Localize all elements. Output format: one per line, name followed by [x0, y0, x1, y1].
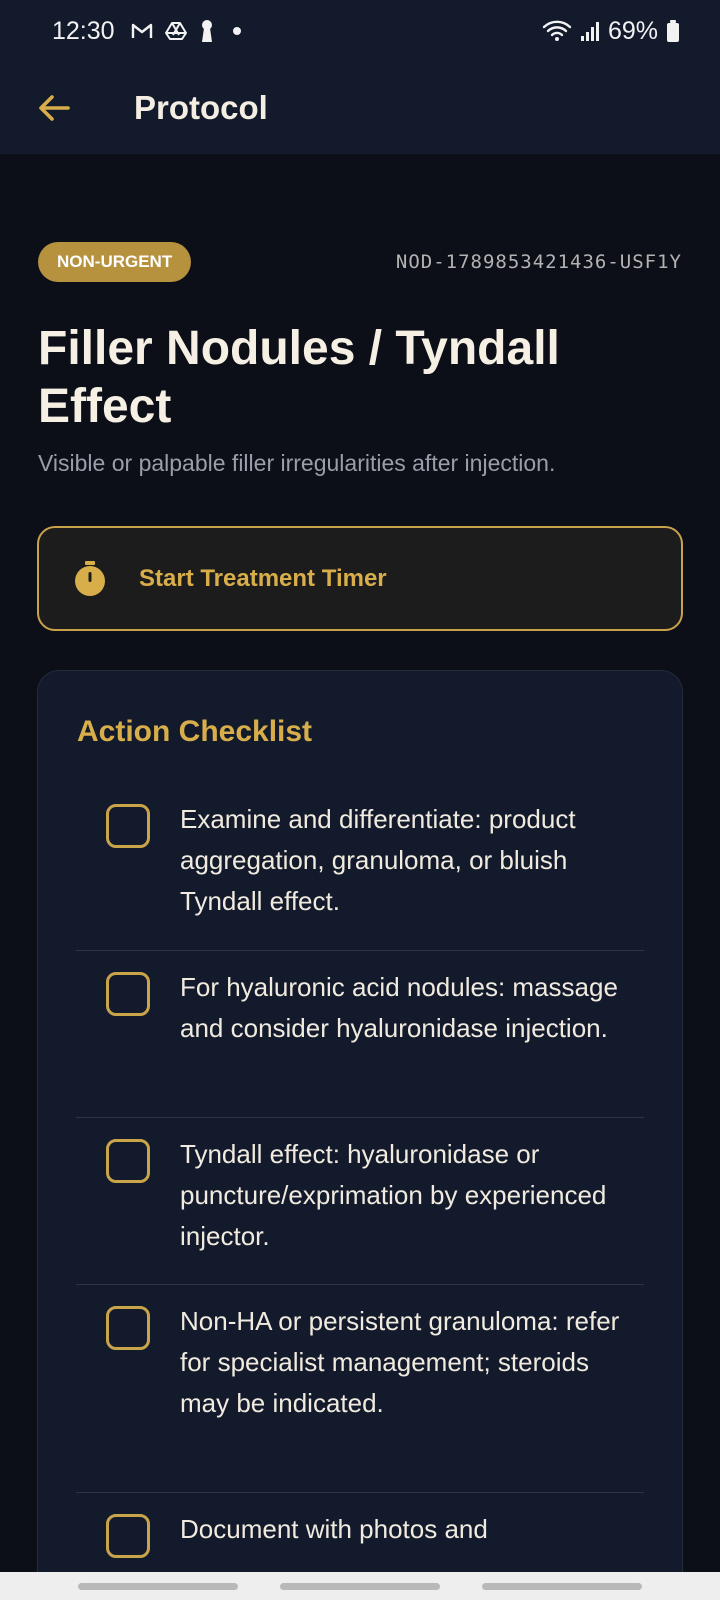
wifi-icon: [542, 19, 572, 43]
checklist: Examine and differentiate: product aggre…: [76, 783, 644, 1583]
checklist-item-text: Document with photos and: [180, 1514, 488, 1544]
app-bar-title: Protocol: [134, 89, 268, 126]
checkbox[interactable]: [106, 1514, 150, 1558]
checkbox[interactable]: [106, 1306, 150, 1350]
start-timer-label: Start Treatment Timer: [139, 564, 387, 592]
status-time: 12:30: [52, 16, 115, 45]
checklist-item[interactable]: Document with photos and: [76, 1493, 644, 1583]
app-bar: Protocol: [0, 62, 720, 154]
checkbox[interactable]: [106, 972, 150, 1016]
checkbox[interactable]: [106, 1139, 150, 1183]
battery-percent: 69%: [607, 16, 658, 45]
status-right: 69%: [542, 17, 680, 46]
signal-icon: [580, 20, 600, 42]
keyhole-icon: [199, 19, 215, 43]
battery-icon: [666, 19, 680, 43]
notification-icons: [131, 19, 247, 43]
protocol-code: NOD-1789853421436-USF1Y: [395, 251, 682, 273]
nav-back-handle[interactable]: [482, 1582, 642, 1590]
status-left: 12:30: [52, 17, 247, 46]
checklist-item-text: Non-HA or persistent granuloma: refer fo…: [180, 1306, 620, 1418]
protocol-meta-row: NON-URGENT NOD-1789853421436-USF1Y: [38, 242, 682, 282]
nav-home-handle[interactable]: [280, 1582, 440, 1590]
checklist-item[interactable]: Non-HA or persistent granuloma: refer fo…: [76, 1285, 644, 1493]
checklist-item-text: For hyaluronic acid nodules: massage and…: [180, 972, 618, 1043]
checklist-item[interactable]: For hyaluronic acid nodules: massage and…: [76, 951, 644, 1118]
checklist-item-text: Tyndall effect: hyaluronidase or punctur…: [180, 1139, 607, 1251]
protocol-content: NON-URGENT NOD-1789853421436-USF1Y Fille…: [0, 154, 720, 1600]
action-checklist-card: Action Checklist Examine and differentia…: [37, 670, 683, 1600]
nav-recents-handle[interactable]: [78, 1582, 238, 1590]
gmail-icon: [131, 22, 153, 40]
urgency-badge: NON-URGENT: [38, 242, 192, 282]
system-nav-bar: [0, 1572, 720, 1600]
status-bar: 12:30 69%: [0, 0, 720, 62]
checkbox[interactable]: [106, 804, 150, 848]
dot-icon: [227, 21, 247, 41]
checklist-item-text: Examine and differentiate: product aggre…: [180, 804, 576, 916]
stopwatch-icon: [73, 560, 107, 597]
back-arrow-icon: [39, 95, 70, 121]
checklist-item[interactable]: Examine and differentiate: product aggre…: [76, 783, 644, 951]
checklist-item[interactable]: Tyndall effect: hyaluronidase or punctur…: [76, 1118, 644, 1285]
protocol-title: Filler Nodules / Tyndall Effect: [38, 322, 560, 433]
start-timer-button[interactable]: Start Treatment Timer: [37, 526, 683, 631]
protocol-subtitle: Visible or palpable filler irregularitie…: [38, 450, 556, 476]
back-button[interactable]: [26, 80, 82, 136]
checklist-title: Action Checklist: [77, 715, 313, 748]
drive-icon: [164, 21, 187, 41]
protocol-screen: 12:30 69% Protocol NON-URGENT NOD-178985…: [0, 0, 720, 1600]
